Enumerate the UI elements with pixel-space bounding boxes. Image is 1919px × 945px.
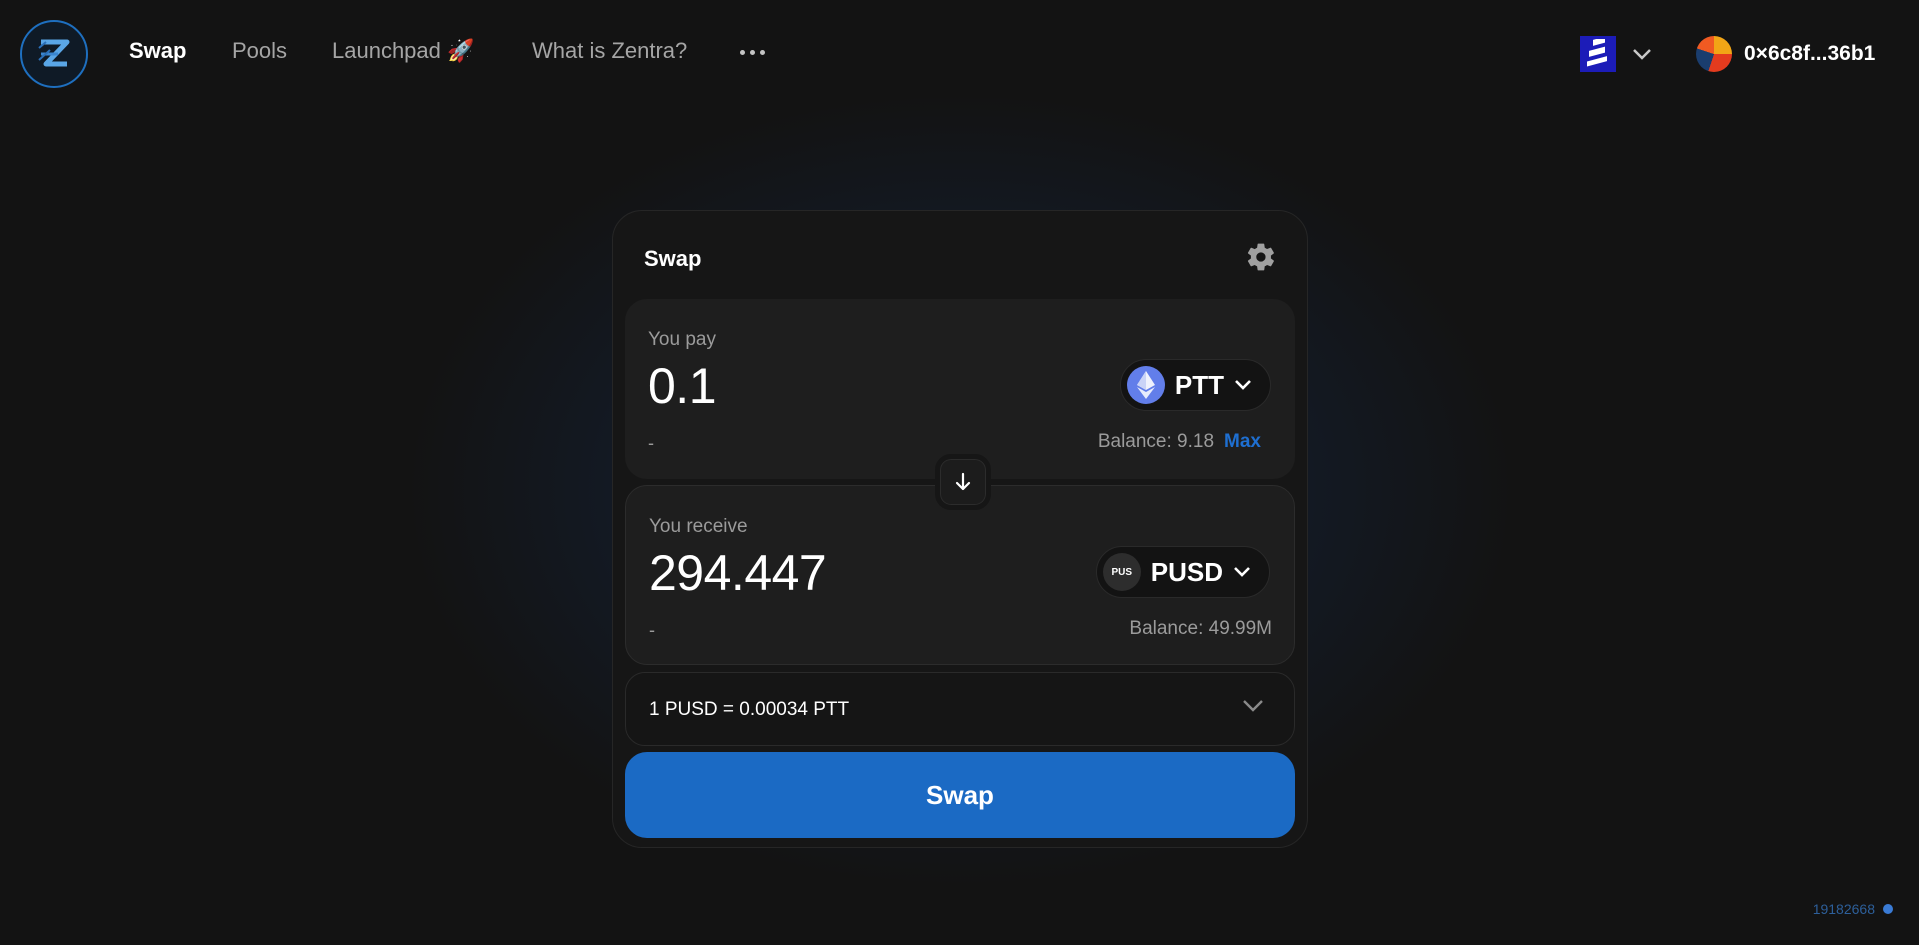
chain-logo-icon xyxy=(1580,36,1616,72)
chevron-down-icon xyxy=(1633,49,1651,60)
nav-launchpad[interactable]: Launchpad 🚀 xyxy=(332,38,474,64)
account-address: 0×6c8f...36b1 xyxy=(1744,42,1876,65)
exchange-rate-row[interactable]: 1 PUSD = 0.00034 PTT xyxy=(625,672,1295,746)
chevron-down-icon xyxy=(1235,380,1251,390)
chain-selector[interactable] xyxy=(1580,34,1660,74)
zentra-logo-icon xyxy=(38,39,70,67)
max-button[interactable]: Max xyxy=(1224,431,1261,453)
status-dot-icon xyxy=(1883,904,1893,914)
more-dots-icon[interactable] xyxy=(740,50,765,55)
zentra-logo[interactable] xyxy=(20,20,88,88)
exchange-rate: 1 PUSD = 0.00034 PTT xyxy=(649,699,850,720)
nav-what-is-zentra[interactable]: What is Zentra? xyxy=(532,38,687,64)
chevron-down-icon xyxy=(1234,567,1250,577)
nav-pools[interactable]: Pools xyxy=(232,38,287,64)
account-button[interactable]: 0×6c8f...36b1 xyxy=(1696,34,1875,74)
receive-amount-input[interactable]: 294.447 xyxy=(649,544,827,602)
pay-amount-input[interactable]: 0.1 xyxy=(648,357,717,415)
swap-submit-button[interactable]: Swap xyxy=(625,752,1295,838)
ethereum-icon xyxy=(1126,366,1165,404)
receive-usd-value: - xyxy=(649,620,655,640)
switch-tokens-button[interactable] xyxy=(935,454,991,510)
pay-label: You pay xyxy=(648,329,716,350)
pay-balance-row: Balance: 9.18 Max xyxy=(1098,431,1261,453)
block-status: 19182668 xyxy=(1813,901,1893,917)
nav-swap[interactable]: Swap xyxy=(129,38,186,64)
receive-balance-row: Balance: 49.99M xyxy=(1129,618,1272,640)
receive-label: You receive xyxy=(649,516,748,537)
swap-card: Swap You pay 0.1 - PTT Balance: 9.18 Max xyxy=(612,210,1308,848)
pay-panel: You pay 0.1 - PTT Balance: 9.18 Max xyxy=(625,299,1295,479)
pay-token-selector[interactable]: PTT xyxy=(1119,359,1271,411)
pusd-token-icon: PUS xyxy=(1102,553,1141,591)
pay-balance: Balance: 9.18 xyxy=(1097,431,1215,452)
pay-token-symbol: PTT xyxy=(1174,369,1224,400)
block-number: 19182668 xyxy=(1812,901,1875,917)
pay-usd-value: - xyxy=(648,433,654,453)
receive-panel: You receive 294.447 - PUS PUSD Balance: … xyxy=(625,485,1295,665)
top-navigation-bar: Swap Pools Launchpad 🚀 What is Zentra? 0… xyxy=(0,0,1919,108)
swap-card-title: Swap xyxy=(644,246,702,271)
gear-icon[interactable] xyxy=(1245,241,1277,273)
receive-token-selector[interactable]: PUS PUSD xyxy=(1095,546,1270,598)
receive-balance: Balance: 49.99M xyxy=(1129,618,1272,639)
avatar xyxy=(1696,36,1732,72)
chevron-down-icon xyxy=(1243,700,1263,712)
receive-token-symbol: PUSD xyxy=(1150,556,1223,587)
arrow-down-icon xyxy=(955,472,971,491)
